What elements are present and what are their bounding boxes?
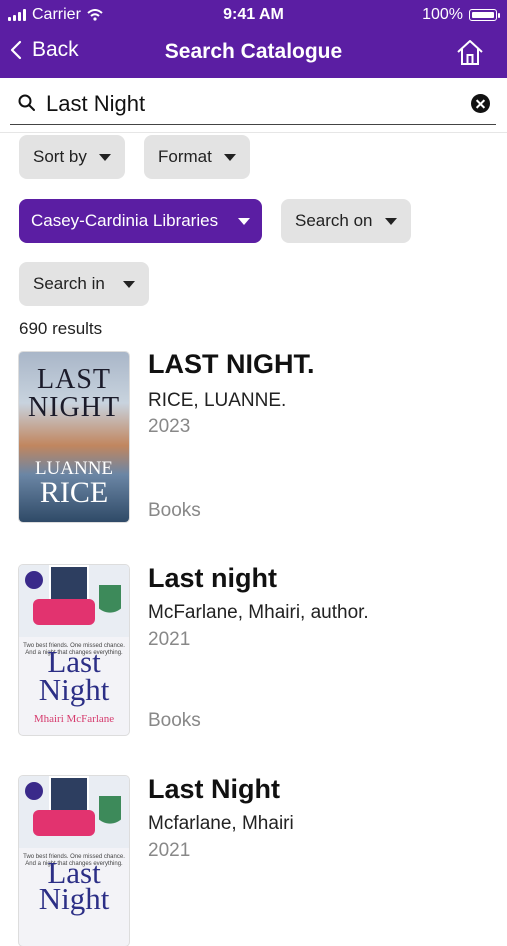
- search-field[interactable]: Last Night: [10, 82, 496, 125]
- status-bar: Carrier 9:41 AM 100%: [0, 0, 507, 30]
- search-on-label: Search on: [295, 211, 373, 230]
- library-label: Casey-Cardinia Libraries: [31, 211, 219, 230]
- result-format: Books: [148, 500, 201, 521]
- battery-icon: [469, 9, 500, 21]
- battery-percent: 100%: [422, 6, 463, 23]
- result-title: Last Night: [148, 774, 280, 804]
- caret-down-icon: [122, 280, 135, 288]
- caret-down-icon: [98, 153, 111, 161]
- result-title: Last night: [148, 563, 277, 593]
- library-dropdown[interactable]: Casey-Cardinia Libraries: [19, 199, 263, 243]
- result-year: 2021: [148, 840, 191, 861]
- navigation-bar: Back Search Catalogue: [0, 30, 507, 78]
- results-count: 690 results: [19, 319, 103, 338]
- result-author: Mcfarlane, Mhairi: [148, 813, 294, 834]
- caret-down-icon: [223, 153, 236, 161]
- format-label: Format: [158, 147, 212, 166]
- result-author: McFarlane, Mhairi, author.: [148, 602, 369, 623]
- sort-by-dropdown[interactable]: Sort by: [19, 135, 125, 179]
- search-icon: [18, 94, 35, 111]
- top-bar: Carrier 9:41 AM 100% Back Search Catalog…: [0, 0, 507, 78]
- caret-down-icon: [238, 217, 251, 225]
- result-title: LAST NIGHT.: [148, 349, 315, 379]
- result-format: Books: [148, 710, 201, 731]
- search-input[interactable]: Last Night: [46, 91, 145, 117]
- result-author: RICE, LUANNE.: [148, 390, 287, 411]
- sort-by-label: Sort by: [33, 147, 87, 166]
- clear-search-icon[interactable]: [471, 94, 490, 113]
- home-icon[interactable]: [455, 38, 485, 68]
- search-on-dropdown[interactable]: Search on: [281, 199, 411, 243]
- caret-down-icon: [384, 217, 397, 225]
- format-dropdown[interactable]: Format: [144, 135, 250, 179]
- divider: [0, 132, 507, 133]
- result-year: 2023: [148, 416, 191, 437]
- book-cover: Two best friends. One missed chance. And…: [19, 776, 129, 946]
- search-in-label: Search in: [33, 274, 105, 293]
- book-cover: LAST NIGHT LUANNE RICE: [19, 352, 129, 522]
- search-in-dropdown[interactable]: Search in: [19, 262, 149, 306]
- page-title: Search Catalogue: [164, 40, 343, 63]
- book-cover: Two best friends. One missed chance. And…: [19, 565, 129, 735]
- result-year: 2021: [148, 629, 191, 650]
